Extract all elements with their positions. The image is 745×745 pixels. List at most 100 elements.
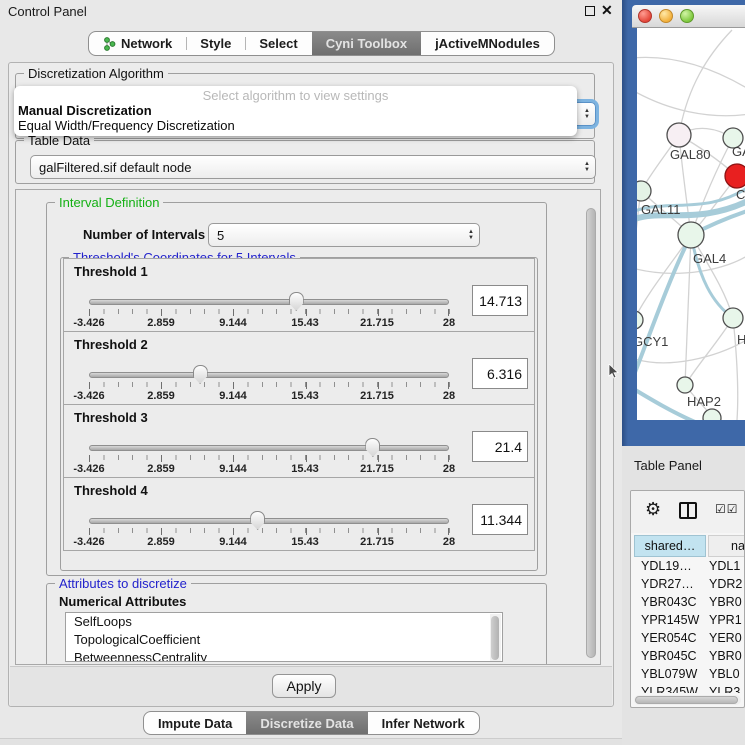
slider-track[interactable]: [89, 299, 449, 305]
slider-scale: -3.426 2.859 9.144 15.43 21.715 28: [89, 536, 449, 548]
threshold-row: Threshold 3 -3.426 2.859 9.144 15.43 21: [63, 404, 535, 478]
slider-ticks: [89, 455, 450, 460]
threshold-4-value-field[interactable]: [472, 504, 528, 535]
tab-network[interactable]: Network: [89, 32, 186, 55]
network-window-titlebar[interactable]: [632, 5, 745, 28]
table-row[interactable]: YER054CYER0: [631, 629, 744, 647]
column-header-shared[interactable]: shared…: [634, 535, 706, 557]
tab-select[interactable]: Select: [245, 32, 311, 55]
split-view-icon[interactable]: [679, 502, 697, 519]
zoom-window-icon[interactable]: [680, 9, 694, 23]
slider-scale: -3.426 2.859 9.144 15.43 21.715 28: [89, 317, 449, 329]
list-scrollbar[interactable]: [490, 614, 501, 662]
tab-impute-data[interactable]: Impute Data: [144, 712, 246, 734]
node-red-selected[interactable]: [725, 164, 745, 188]
tab-label: jActiveMNodules: [435, 36, 540, 51]
threshold-3-value-field[interactable]: [472, 431, 528, 462]
close-window-icon[interactable]: [638, 9, 652, 23]
group-title: Interval Definition: [55, 195, 163, 210]
node-label-gcy1: GCY1: [637, 334, 668, 349]
slider-track[interactable]: [89, 372, 449, 378]
table-panel-title: Table Panel: [634, 458, 702, 473]
settings-scrollbar[interactable]: [585, 192, 598, 662]
tab-label: Style: [200, 36, 231, 51]
control-panel-titlebar: Control Panel ✕: [0, 0, 622, 22]
slider-track[interactable]: [89, 445, 449, 451]
table-row[interactable]: YPR145WYPR1: [631, 611, 744, 629]
minimize-window-icon[interactable]: [659, 9, 673, 23]
threshold-1-value-field[interactable]: [472, 285, 528, 316]
tab-jactivemnodules[interactable]: jActiveMNodules: [421, 32, 554, 55]
list-item[interactable]: TopologicalCoefficient: [66, 631, 502, 649]
dropdown-placeholder: Select algorithm to view settings: [14, 86, 577, 103]
scrollbar-thumb[interactable]: [586, 208, 596, 658]
gear-icon[interactable]: ⚙: [645, 499, 661, 520]
mouse-cursor: [608, 364, 620, 380]
threshold-2-value-field[interactable]: [472, 358, 528, 389]
scrollbar-thumb[interactable]: [635, 696, 738, 704]
table-row[interactable]: YLR345WYLR3: [631, 683, 744, 693]
list-item[interactable]: SelfLoops: [66, 613, 502, 631]
node-hap2[interactable]: [677, 377, 693, 393]
table-header: shared… na: [631, 535, 744, 557]
dropdown-option-manual[interactable]: Manual Discretization: [14, 103, 577, 118]
list-item[interactable]: BetweennessCentrality: [66, 649, 502, 662]
node-label-gal11: GAL11: [641, 202, 681, 217]
node-gal80[interactable]: [667, 123, 691, 147]
table-hscrollbar[interactable]: [634, 695, 741, 705]
tab-infer-network[interactable]: Infer Network: [368, 712, 479, 734]
table-data-combobox[interactable]: galFiltered.sif default node ▲▼: [30, 155, 596, 179]
column-header-name[interactable]: na: [708, 535, 745, 557]
table-row[interactable]: YBL079WYBL0: [631, 665, 744, 683]
node-gcy1[interactable]: [637, 311, 643, 329]
window-title: Control Panel: [8, 4, 87, 19]
combobox-value: galFiltered.sif default node: [31, 160, 579, 175]
group-title: Discretization Algorithm: [24, 66, 168, 81]
numerical-attributes-list[interactable]: SelfLoops TopologicalCoefficient Between…: [65, 612, 503, 662]
node-h[interactable]: [723, 308, 743, 328]
network-tab-icon: [103, 37, 116, 51]
checkbox-icons[interactable]: ☑☑: [715, 502, 739, 516]
close-icon[interactable]: ✕: [601, 2, 613, 19]
node-label-gal4: GAL4: [693, 251, 726, 266]
table-row[interactable]: YDR27…YDR2: [631, 575, 744, 593]
threshold-label: Threshold 1: [74, 264, 148, 279]
node-label-topright: GA: [732, 144, 745, 159]
table-panel: Table Panel ⚙ ☑☑ shared… na YDL19…YDL1 Y…: [622, 446, 745, 745]
tab-label: Network: [121, 36, 172, 51]
number-of-intervals-combobox[interactable]: 5 ▲▼: [208, 223, 480, 247]
network-desktop: GAL80 GA C GAL11 GAL4 GCY1 H HAP2: [622, 0, 745, 446]
threshold-1-slider[interactable]: -3.426 2.859 9.144 15.43 21.715 28: [89, 295, 449, 329]
node-bottom[interactable]: [703, 409, 721, 420]
number-of-intervals-label: Number of Intervals: [83, 227, 205, 242]
cyni-toolbox-panel: Discretization Algorithm ▲▼ Table Data g…: [8, 62, 614, 707]
slider-ticks: [89, 382, 450, 387]
dropdown-option-equal-width[interactable]: Equal Width/Frequency Discretization: [14, 118, 577, 133]
settings-scrollpane: Interval Definition Number of Intervals …: [15, 189, 601, 665]
node-label-gal80: GAL80: [670, 147, 710, 162]
combo-stepper-icon: ▲▼: [579, 108, 595, 120]
slider-ticks: [89, 309, 450, 314]
tab-cyni-toolbox[interactable]: Cyni Toolbox: [312, 32, 421, 55]
apply-button[interactable]: Apply: [272, 674, 336, 698]
group-title: Attributes to discretize: [55, 576, 191, 591]
node-gal4[interactable]: [678, 222, 704, 248]
network-graph: GAL80 GA C GAL11 GAL4 GCY1 H HAP2: [637, 28, 745, 420]
threshold-3-slider[interactable]: -3.426 2.859 9.144 15.43 21.715 28: [89, 441, 449, 475]
node-gal11[interactable]: [637, 181, 651, 201]
threshold-2-slider[interactable]: -3.426 2.859 9.144 15.43 21.715 28: [89, 368, 449, 402]
tab-style[interactable]: Style: [186, 32, 245, 55]
float-window-icon[interactable]: [585, 6, 595, 16]
slider-track[interactable]: [89, 518, 449, 524]
slider-ticks: [89, 528, 450, 533]
node-label-h: H: [737, 332, 745, 347]
table-row[interactable]: YBR043CYBR0: [631, 593, 744, 611]
tab-discretize-data[interactable]: Discretize Data: [246, 712, 367, 734]
threshold-4-slider[interactable]: -3.426 2.859 9.144 15.43 21.715 28: [89, 514, 449, 548]
combo-stepper-icon: ▲▼: [463, 229, 479, 241]
network-canvas[interactable]: GAL80 GA C GAL11 GAL4 GCY1 H HAP2: [637, 28, 745, 420]
table-row[interactable]: YBR045CYBR0: [631, 647, 744, 665]
threshold-row: Threshold 4 -3.426 2.859 9.144 15.43 21: [63, 477, 535, 551]
table-data-group: Table Data galFiltered.sif default node …: [15, 140, 595, 184]
table-row[interactable]: YDL19…YDL1: [631, 557, 744, 575]
